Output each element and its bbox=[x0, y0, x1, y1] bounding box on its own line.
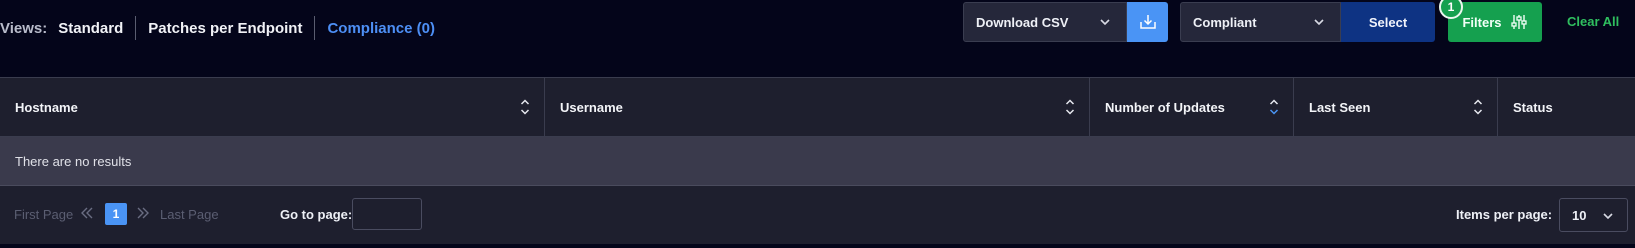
views-label: Views: bbox=[0, 19, 48, 37]
filters-label: Filters bbox=[1462, 14, 1502, 30]
sort-icon bbox=[1473, 99, 1483, 115]
view-standard[interactable]: Standard bbox=[58, 20, 135, 37]
view-patches-per-endpoint[interactable]: Patches per Endpoint bbox=[136, 20, 314, 37]
column-label: Hostname bbox=[15, 99, 78, 115]
download-format-value: Download CSV bbox=[976, 14, 1069, 30]
sort-icon bbox=[1065, 99, 1075, 115]
sort-icon bbox=[520, 99, 530, 115]
column-header-status[interactable]: Status bbox=[1498, 78, 1635, 136]
go-to-page-input[interactable] bbox=[352, 198, 422, 230]
items-per-page-select[interactable]: 10 bbox=[1559, 198, 1628, 232]
pagination-bar: First Page 1 Last Page Go to page: Items… bbox=[0, 186, 1635, 244]
toolbar: Views: Standard Patches per Endpoint Com… bbox=[0, 0, 1635, 64]
page-number-button[interactable]: 1 bbox=[105, 203, 127, 225]
updates-table: Hostname Username Number of Updates Last… bbox=[0, 77, 1635, 186]
first-page-link[interactable]: First Page bbox=[14, 207, 73, 222]
column-label: Username bbox=[560, 99, 623, 115]
compliance-status-select[interactable]: Compliant bbox=[1180, 2, 1341, 42]
double-chevron-right-icon[interactable] bbox=[136, 206, 150, 220]
clear-all-link[interactable]: Clear All bbox=[1567, 14, 1619, 29]
column-label: Number of Updates bbox=[1105, 99, 1225, 115]
empty-results-row: There are no results bbox=[0, 137, 1635, 186]
empty-results-message: There are no results bbox=[15, 153, 132, 169]
views-switcher: Views: Standard Patches per Endpoint Com… bbox=[0, 16, 447, 40]
view-compliance[interactable]: Compliance (0) bbox=[315, 20, 447, 37]
last-page-link[interactable]: Last Page bbox=[160, 207, 219, 222]
compliance-status-value: Compliant bbox=[1193, 14, 1257, 30]
items-per-page-label: Items per page: bbox=[1456, 207, 1553, 222]
column-header-hostname[interactable]: Hostname bbox=[0, 78, 545, 136]
table-header: Hostname Username Number of Updates Last… bbox=[0, 77, 1635, 137]
chevron-down-icon bbox=[1314, 19, 1324, 26]
chevron-down-icon bbox=[1100, 19, 1110, 26]
column-label: Last Seen bbox=[1309, 99, 1371, 115]
column-header-number-of-updates[interactable]: Number of Updates bbox=[1090, 78, 1294, 136]
items-per-page-value: 10 bbox=[1572, 207, 1587, 223]
download-button[interactable] bbox=[1127, 2, 1168, 42]
column-header-username[interactable]: Username bbox=[545, 78, 1090, 136]
chevron-down-icon bbox=[1603, 213, 1613, 220]
sliders-icon bbox=[1510, 15, 1527, 29]
double-chevron-left-icon[interactable] bbox=[80, 206, 94, 220]
go-to-page-label: Go to page: bbox=[280, 207, 353, 222]
column-header-last-seen[interactable]: Last Seen bbox=[1294, 78, 1498, 136]
select-button[interactable]: Select bbox=[1341, 2, 1435, 42]
column-label: Status bbox=[1513, 99, 1553, 115]
download-format-select[interactable]: Download CSV bbox=[963, 2, 1127, 42]
download-icon bbox=[1139, 15, 1156, 29]
sort-descending-icon bbox=[1269, 99, 1279, 115]
